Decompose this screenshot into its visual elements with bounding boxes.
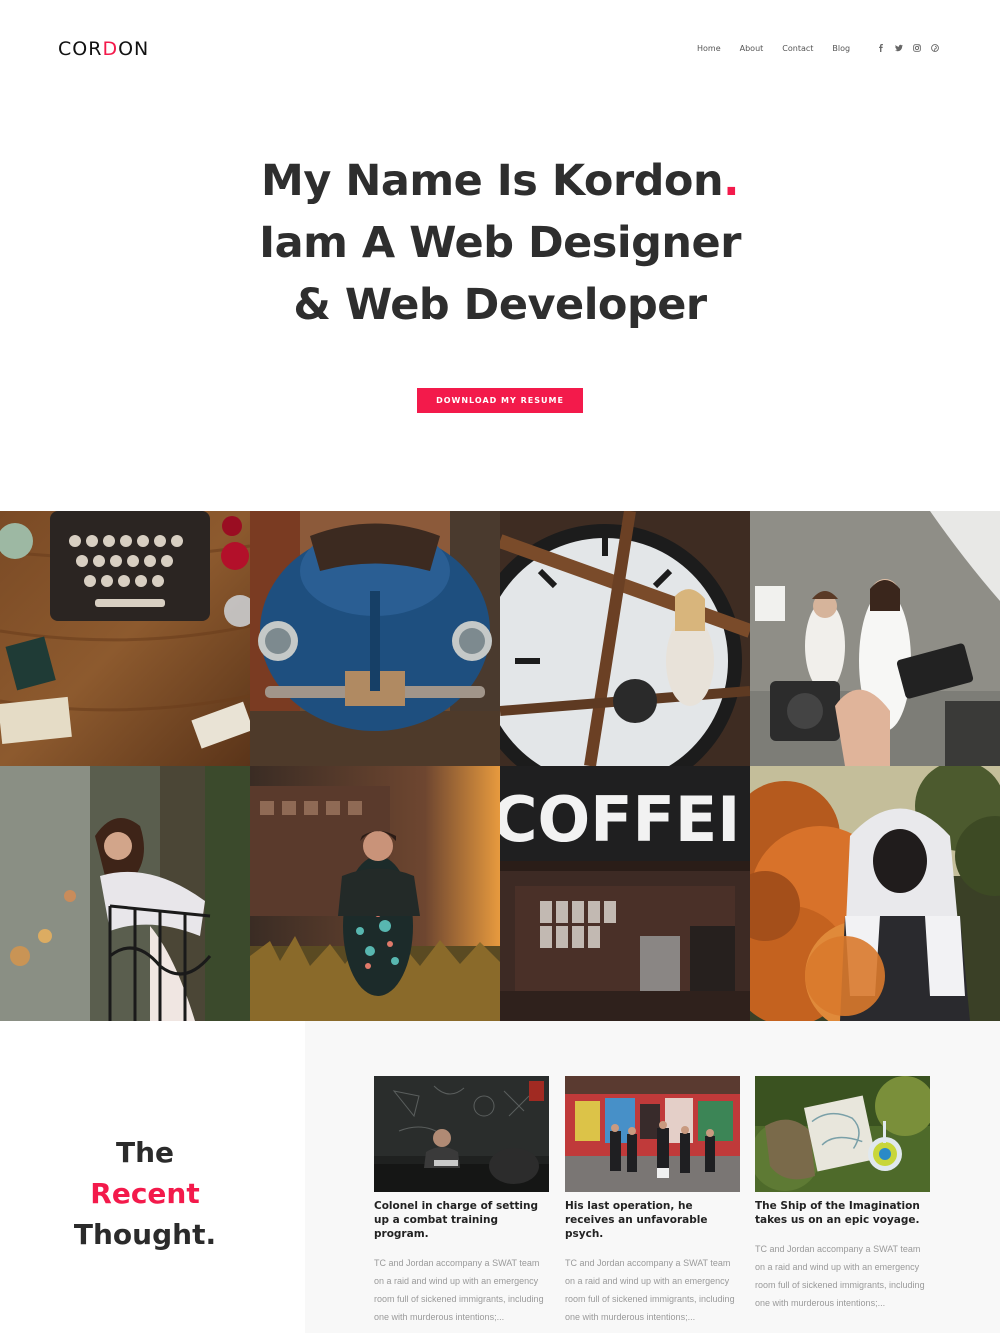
post-thumbnail[interactable]: [565, 1076, 740, 1192]
field-woman-photo[interactable]: [250, 766, 500, 1021]
post-excerpt: TC and Jordan accompany a SWAT team on a…: [565, 1258, 735, 1322]
hero-accent-dot: .: [723, 156, 739, 206]
orange-smoke-photo[interactable]: [750, 766, 1000, 1021]
portfolio-gallery: COFFEI: [0, 511, 1000, 1021]
instagram-icon[interactable]: [912, 43, 921, 53]
blog-post-card: The Ship of the Imagination takes us on …: [755, 1076, 930, 1312]
blue-car-photo[interactable]: [250, 511, 500, 766]
hero-heading-line-2: Iam A Web Designer: [259, 218, 741, 268]
recent-heading-line-2: Recent: [90, 1177, 200, 1210]
photoshoot-photo[interactable]: [750, 511, 1000, 766]
social-links: [876, 43, 939, 53]
post-title-link[interactable]: Colonel in charge of setting up a combat…: [374, 1199, 549, 1241]
recent-heading-line-3: Thought.: [73, 1218, 217, 1251]
blog-post-card: His last operation, he receives an unfav…: [565, 1076, 740, 1326]
clock-tower-photo[interactable]: [500, 511, 750, 766]
post-title-link[interactable]: His last operation, he receives an unfav…: [565, 1199, 740, 1241]
hero-name-text: My Name Is Kordon: [261, 156, 724, 206]
main-nav: Home About Contact Blog: [697, 44, 869, 53]
coffee-sign-photo[interactable]: COFFEI: [500, 766, 750, 1021]
facebook-icon[interactable]: [876, 43, 885, 53]
post-thumbnail[interactable]: [374, 1076, 549, 1192]
post-excerpt: TC and Jordan accompany a SWAT team on a…: [374, 1258, 544, 1322]
twitter-icon[interactable]: [894, 43, 903, 53]
blog-post-card: Colonel in charge of setting up a combat…: [374, 1076, 549, 1326]
hero-section: My Name Is Kordon. Iam A Web Designer & …: [0, 150, 1000, 336]
pinterest-icon[interactable]: [930, 43, 939, 53]
nav-blog-link[interactable]: Blog: [832, 44, 850, 53]
post-title-link[interactable]: The Ship of the Imagination takes us on …: [755, 1199, 930, 1227]
logo-text-end: ON: [118, 38, 150, 60]
nav-about-link[interactable]: About: [740, 44, 764, 53]
hero-heading-line-1: My Name Is Kordon.: [0, 150, 1000, 212]
coffee-sign-text: COFFEI: [500, 783, 740, 856]
nav-home-link[interactable]: Home: [697, 44, 721, 53]
logo[interactable]: COR D ON: [58, 38, 149, 60]
download-resume-button[interactable]: DOWNLOAD MY RESUME: [417, 388, 583, 413]
nav-contact-link[interactable]: Contact: [782, 44, 813, 53]
recent-heading-line-1: The: [115, 1136, 175, 1169]
balcony-woman-photo[interactable]: [0, 766, 250, 1021]
post-thumbnail[interactable]: [755, 1076, 930, 1192]
typewriter-photo[interactable]: [0, 511, 250, 766]
post-excerpt: TC and Jordan accompany a SWAT team on a…: [755, 1244, 925, 1308]
site-header: COR D ON Home About Contact Blog: [0, 0, 1000, 100]
recent-thought-heading: The Recent Thought.: [0, 1132, 290, 1255]
logo-text-start: COR: [58, 38, 103, 60]
hero-heading-line-3: & Web Developer: [293, 280, 707, 330]
logo-text-accent: D: [102, 38, 119, 60]
